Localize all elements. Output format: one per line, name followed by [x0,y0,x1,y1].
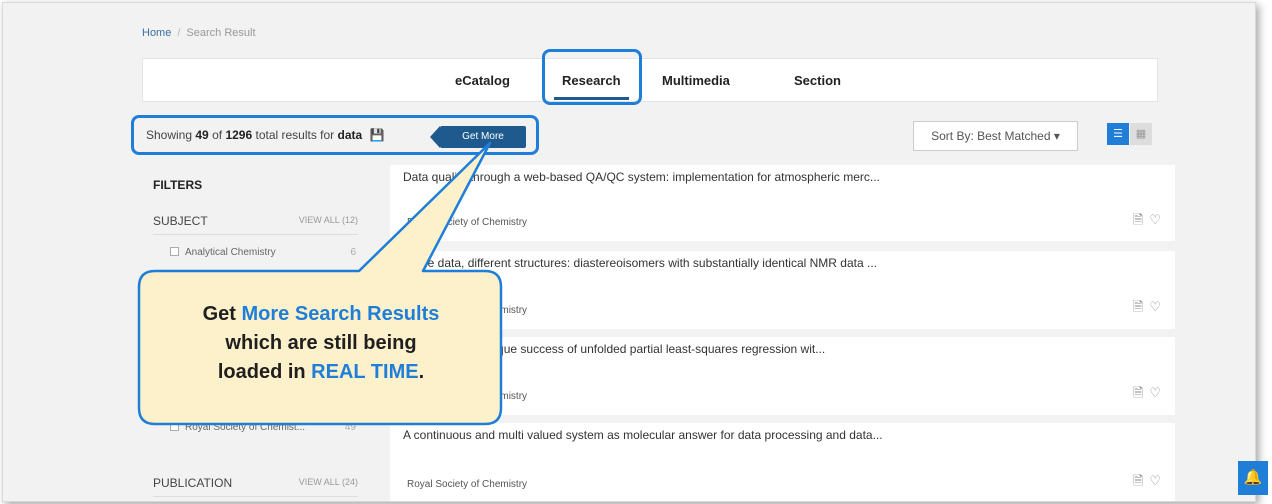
callout-shape [137,141,503,426]
callout-line-2: which are still being [225,332,417,354]
bell-icon[interactable]: 🔔 [1238,461,1268,495]
callout-text: Get More Search Results which are still … [141,300,501,387]
callout-line-3: loaded in REAL TIME. [217,361,425,383]
app-window: Home / Search Result eCatalog Research Mul… [2,2,1256,502]
callout-line-1: Get More Search Results [202,303,440,325]
